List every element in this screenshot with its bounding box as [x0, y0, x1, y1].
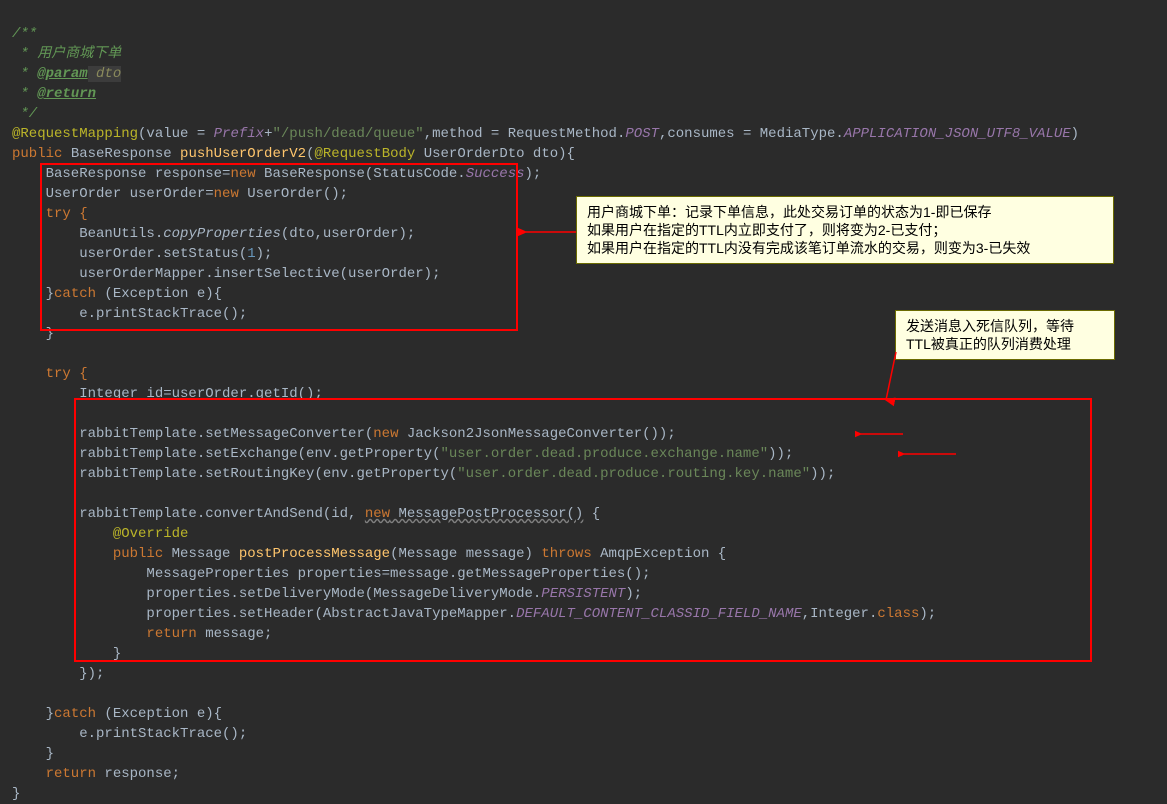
l7b: (Exception e){ — [96, 286, 222, 302]
l31b: response; — [96, 766, 180, 782]
l15b: )); — [768, 446, 793, 462]
l23d: ); — [919, 606, 936, 622]
l15a: rabbitTemplate.setExchange(env.getProper… — [12, 446, 440, 462]
callout1-line3: 如果用户在指定的TTL内没有完成该笔订单流水的交易，则变为3-已失效 — [587, 239, 1103, 257]
l20b: Message — [163, 546, 239, 562]
l7a: } — [12, 286, 54, 302]
l20d: AmqpException { — [592, 546, 726, 562]
doc-param-name: dto — [88, 66, 122, 82]
ann-p5: ) — [1071, 126, 1079, 142]
prefix-field: Prefix — [214, 126, 264, 142]
l23a: properties.setHeader(AbstractJavaTypeMap… — [12, 606, 516, 622]
l29: e.printStackTrace(); — [12, 726, 247, 742]
l24b: message; — [197, 626, 273, 642]
l5a: userOrder.setStatus( — [12, 246, 247, 262]
l25: } — [12, 646, 121, 662]
l21: MessageProperties properties=message.get… — [12, 566, 651, 582]
l16b: )); — [810, 466, 835, 482]
l1c: ); — [525, 166, 542, 182]
callout1-line1: 用户商城下单：记录下单信息，此处交易订单的状态为1-即已保存 — [587, 203, 1103, 221]
method-post: POST — [625, 126, 659, 142]
return-kw: return — [12, 626, 197, 642]
l9: } — [12, 326, 54, 342]
throws-kw: throws — [541, 546, 591, 562]
l2-new: new — [214, 186, 239, 202]
l14-new: new — [373, 426, 398, 442]
l18a: rabbitTemplate.convertAndSend(id, — [12, 506, 365, 522]
request-mapping-annotation: @RequestMapping — [12, 126, 138, 142]
num-1: 1 — [247, 246, 255, 262]
try2-kw: try { — [12, 366, 88, 382]
ann-p3: ,method = RequestMethod. — [424, 126, 626, 142]
l18b: MessagePostProcessor() — [390, 506, 583, 522]
override-annotation: @Override — [12, 526, 188, 542]
return-type: BaseResponse — [62, 146, 180, 162]
l1b: BaseResponse(StatusCode. — [256, 166, 466, 182]
l20a: public — [12, 546, 163, 562]
catch2-kw: catch — [54, 706, 96, 722]
doc-tag-return: @return — [37, 86, 96, 102]
catch-kw: catch — [54, 286, 96, 302]
exchange-str: "user.order.dead.produce.exchange.name" — [440, 446, 768, 462]
class-kw: class — [877, 606, 919, 622]
callout-box-1: 用户商城下单：记录下单信息，此处交易订单的状态为1-即已保存 如果用户在指定的T… — [576, 196, 1114, 264]
l22b: ); — [625, 586, 642, 602]
l32: } — [12, 786, 20, 802]
kw-public: public — [12, 146, 62, 162]
status-success: Success — [466, 166, 525, 182]
callout2-line1: 发送消息入死信队列，等待 — [906, 317, 1104, 335]
l14b: Jackson2JsonMessageConverter()); — [398, 426, 675, 442]
callout1-line2: 如果用户在指定的TTL内立即支付了，则将变为2-已支付； — [587, 221, 1103, 239]
l20c: (Message message) — [390, 546, 541, 562]
l30: } — [12, 746, 54, 762]
default-classid: DEFAULT_CONTENT_CLASSID_FIELD_NAME — [516, 606, 802, 622]
return-resp-kw: return — [12, 766, 96, 782]
l2b: UserOrder(); — [239, 186, 348, 202]
l8: e.printStackTrace(); — [12, 306, 247, 322]
l12: Integer id=userOrder.getId(); — [12, 386, 323, 402]
l1a: BaseResponse response= — [12, 166, 230, 182]
l4a: BeanUtils. — [12, 226, 163, 242]
ann-p4: ,consumes = MediaType. — [659, 126, 844, 142]
consumes-value: APPLICATION_JSON_UTF8_VALUE — [844, 126, 1071, 142]
post-process-name: postProcessMessage — [239, 546, 390, 562]
l4b: (dto,userOrder); — [281, 226, 415, 242]
doc-l3-prefix: * — [12, 86, 37, 102]
sig-param: UserOrderDto dto){ — [415, 146, 575, 162]
copy-properties-call: copyProperties — [163, 226, 281, 242]
l5b: ); — [256, 246, 273, 262]
l6: userOrderMapper.insertSelective(userOrde… — [12, 266, 440, 282]
ann-p1: (value = — [138, 126, 214, 142]
l18c: { — [583, 506, 600, 522]
l23b: ,Integer. — [802, 606, 878, 622]
l14a: rabbitTemplate.setMessageConverter( — [12, 426, 373, 442]
routing-key-str: "user.order.dead.produce.routing.key.nam… — [457, 466, 810, 482]
doc-tag-param: @param — [37, 66, 87, 82]
doc-l1: * 用户商城下单 — [12, 46, 121, 62]
try-kw: try { — [12, 206, 88, 222]
code-editor[interactable]: /** * 用户商城下单 * @param dto * @return */ @… — [0, 0, 1167, 804]
callout2-line2: TTL被真正的队列消费处理 — [906, 335, 1104, 353]
l22a: properties.setDeliveryMode(MessageDelive… — [12, 586, 541, 602]
l16a: rabbitTemplate.setRoutingKey(env.getProp… — [12, 466, 457, 482]
doc-close: */ — [12, 106, 37, 122]
callout-box-2: 发送消息入死信队列，等待 TTL被真正的队列消费处理 — [895, 310, 1115, 360]
persistent: PERSISTENT — [541, 586, 625, 602]
l28a: } — [12, 706, 54, 722]
l1-new: new — [230, 166, 255, 182]
doc-l2-prefix: * — [12, 66, 37, 82]
method-name: pushUserOrderV2 — [180, 146, 306, 162]
request-body-annotation: @RequestBody — [314, 146, 415, 162]
l26: }); — [12, 666, 104, 682]
l18-new: new — [365, 506, 390, 522]
l28b: (Exception e){ — [96, 706, 222, 722]
l2a: UserOrder userOrder= — [12, 186, 214, 202]
doc-open: /** — [12, 26, 37, 42]
url-string: "/push/dead/queue" — [272, 126, 423, 142]
